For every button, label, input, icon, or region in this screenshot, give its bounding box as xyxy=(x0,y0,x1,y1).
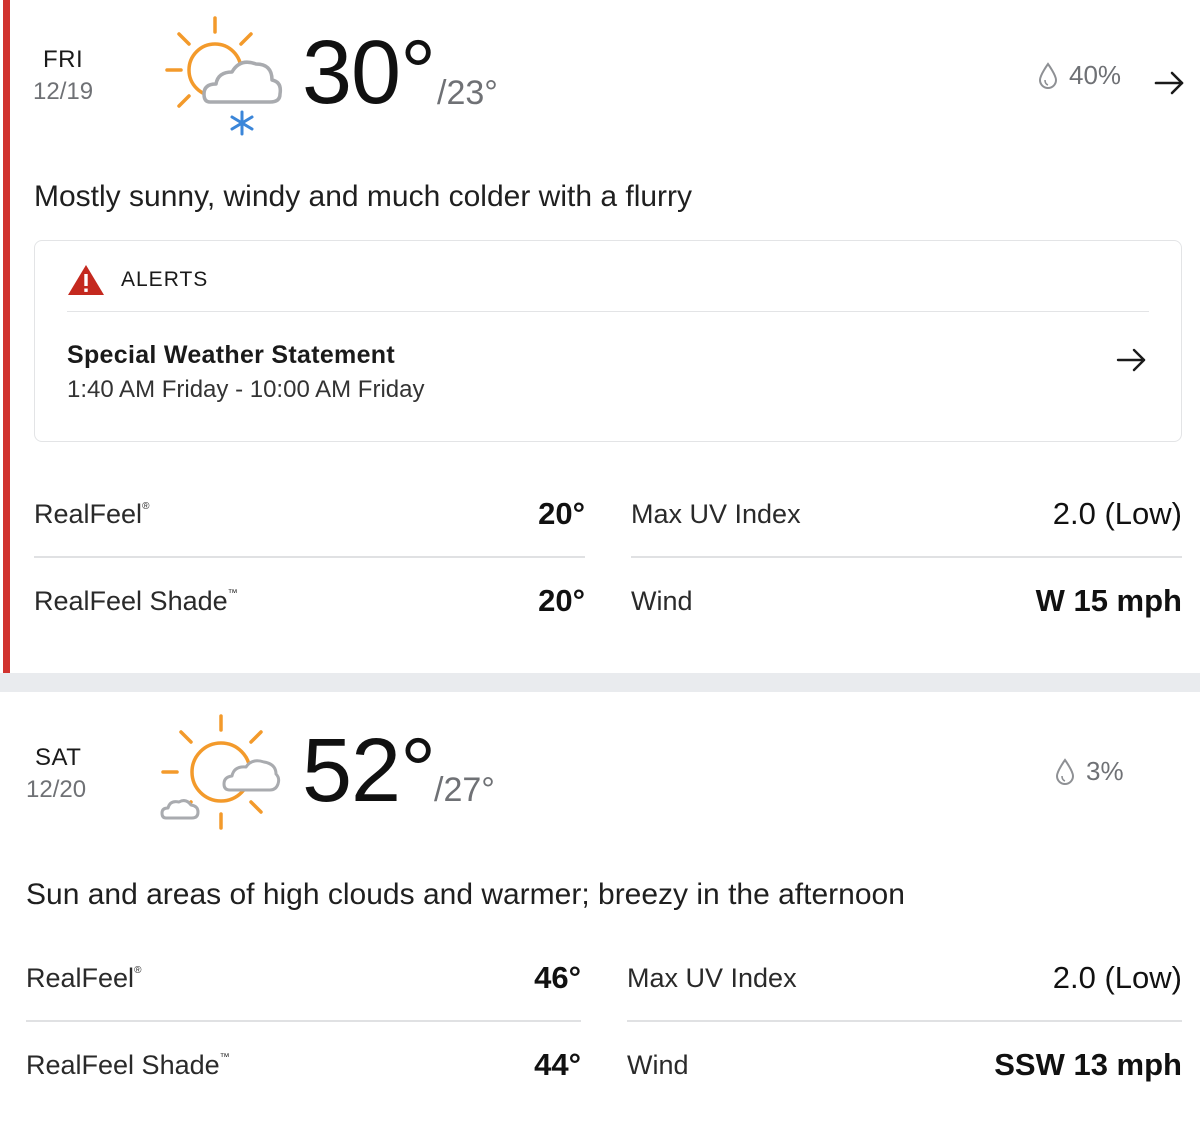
stat-label: RealFeel Shade™ xyxy=(34,585,238,616)
current-day-accent-bar xyxy=(3,0,10,673)
stat-realfeel: RealFeel® 20° xyxy=(34,472,585,558)
high-temperature: 30° xyxy=(302,23,436,123)
stat-label: RealFeel® xyxy=(34,498,150,529)
stat-value: 2.0 (Low) xyxy=(1052,960,1182,995)
stat-wind: Wind W 15 mph xyxy=(631,558,1182,644)
stat-label: Max UV Index xyxy=(631,498,801,529)
stat-realfeel-shade: RealFeel Shade™ 20° xyxy=(34,558,585,644)
alert-item-special-weather-statement[interactable]: Special Weather Statement 1:40 AM Friday… xyxy=(67,341,1149,411)
stat-value: 44° xyxy=(534,1047,581,1082)
alert-details-arrow-icon[interactable] xyxy=(1115,347,1149,373)
alert-title: Special Weather Statement xyxy=(67,341,395,369)
stat-label: Max UV Index xyxy=(627,962,797,993)
alert-time-range: 1:40 AM Friday - 10:00 AM Friday xyxy=(67,376,425,403)
stat-realfeel-shade: RealFeel Shade™ 44° xyxy=(26,1022,581,1108)
alerts-heading: ALERTS xyxy=(121,268,209,291)
stat-value: W 15 mph xyxy=(1035,583,1182,618)
forecast-phrase: Sun and areas of high clouds and warmer;… xyxy=(26,878,905,911)
stat-value: 46° xyxy=(534,960,581,995)
stat-max-uv-index: Max UV Index 2.0 (Low) xyxy=(631,472,1182,558)
high-temperature: 52° xyxy=(302,721,436,821)
stat-realfeel: RealFeel® 46° xyxy=(26,936,581,1022)
stat-wind: Wind SSW 13 mph xyxy=(627,1022,1182,1108)
forecast-card-sat[interactable]: SAT 12/20 52° /27° 3% Sun and areas of h… xyxy=(0,692,1200,1141)
stat-value: SSW 13 mph xyxy=(994,1047,1182,1082)
stat-label: Wind xyxy=(627,1049,689,1080)
precipitation-value: 40% xyxy=(1069,60,1122,90)
alerts-panel: ALERTS Special Weather Statement 1:40 AM… xyxy=(34,240,1182,442)
stat-value: 2.0 (Low) xyxy=(1052,496,1182,531)
day-date: 12/20 xyxy=(26,776,87,803)
day-name: FRI xyxy=(43,46,84,73)
low-temperature: /27° xyxy=(434,771,495,809)
precipitation-probability: 3% xyxy=(1054,756,1124,787)
stat-label: RealFeel Shade™ xyxy=(26,1049,230,1080)
alerts-header: ALERTS xyxy=(67,263,208,297)
stat-value: 20° xyxy=(538,496,585,531)
stat-value: 20° xyxy=(538,583,585,618)
day-date: 12/19 xyxy=(33,78,94,105)
stat-label: RealFeel® xyxy=(26,962,142,993)
low-temperature: /23° xyxy=(437,74,498,112)
precipitation-value: 3% xyxy=(1086,756,1124,786)
precipitation-probability: 40% xyxy=(1037,60,1121,91)
stat-max-uv-index: Max UV Index 2.0 (Low) xyxy=(627,936,1182,1022)
forecast-phrase: Mostly sunny, windy and much colder with… xyxy=(34,180,693,213)
raindrop-icon xyxy=(1038,61,1058,89)
raindrop-icon xyxy=(1055,757,1075,785)
sun-high-clouds-icon xyxy=(160,714,281,830)
stat-label: Wind xyxy=(631,585,693,616)
day-details-arrow-icon[interactable] xyxy=(1153,70,1187,96)
day-name: SAT xyxy=(35,744,82,771)
daily-forecast-page: FRI 12/19 30° /23° 40% Mostly sunny, win… xyxy=(0,0,1200,1141)
sun-cloud-flurry-icon xyxy=(165,16,283,136)
forecast-card-fri[interactable]: FRI 12/19 30° /23° 40% Mostly sunny, win… xyxy=(0,0,1200,673)
warning-triangle-icon xyxy=(68,265,104,295)
alerts-divider xyxy=(67,311,1149,312)
